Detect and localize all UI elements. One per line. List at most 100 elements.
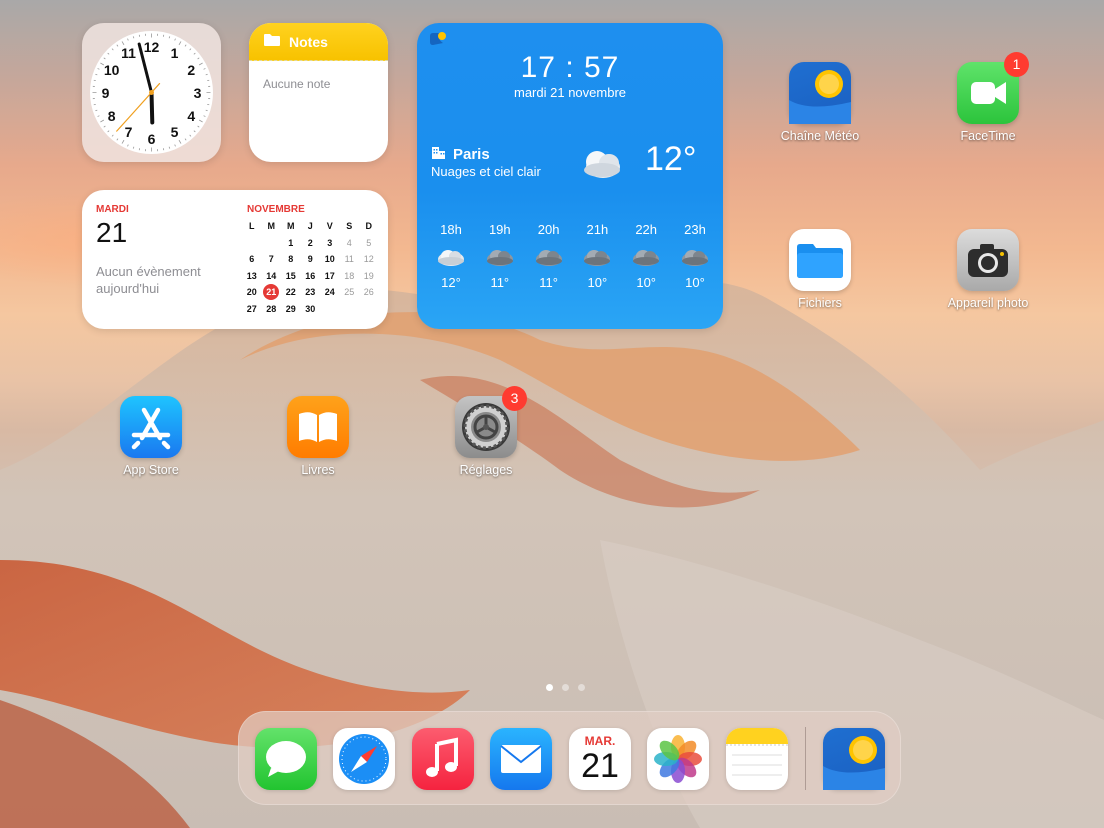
app-label: Appareil photo [947, 296, 1029, 310]
chaine-meteo-icon [789, 62, 851, 124]
clock-face: 12 1 2 3 4 5 6 7 8 9 10 11 [90, 31, 213, 154]
calendar-icon-day: 21 [581, 747, 619, 785]
dock: MAR. 21 [238, 711, 901, 805]
weather-condition: Nuages et ciel clair [431, 164, 541, 179]
calendar-date [320, 301, 340, 318]
app-fichiers[interactable]: Fichiers [770, 229, 870, 310]
weather-hour-temp: 11° [490, 275, 510, 290]
weather-hour-label: 20h [537, 222, 560, 237]
calendar-weekday: M [267, 221, 276, 231]
app-label: Fichiers [798, 296, 842, 310]
cloud-icon [675, 239, 715, 275]
calendar-date: 22 [285, 287, 296, 297]
clock-number: 4 [187, 107, 196, 124]
weather-hour-temp: 10° [685, 275, 705, 290]
folder-icon [263, 33, 281, 50]
calendar-date: 26 [363, 287, 374, 297]
weather-hour: 23h 10° [675, 222, 715, 290]
calendar-icon-month: MAR. [584, 734, 616, 748]
weather-hour-temp: 11° [539, 275, 558, 290]
notes-title: Notes [289, 33, 328, 50]
weather-hour-label: 22h [635, 222, 658, 237]
weather-hour: 21h 10° [577, 222, 617, 290]
app-appareil-photo[interactable]: Appareil photo [938, 229, 1038, 310]
clock-number: 8 [107, 107, 116, 124]
settings-gear-icon: 3 [455, 386, 527, 458]
calendar-date: 15 [285, 270, 296, 281]
weather-time: 17 : 57 [520, 51, 620, 84]
weather-hour-label: 18h [440, 222, 462, 237]
page-dot[interactable] [562, 684, 569, 691]
calendar-icon[interactable]: MAR. 21 [569, 728, 631, 790]
page-dot[interactable] [546, 684, 553, 691]
calendar-date: 23 [305, 287, 316, 297]
calendar-date: 28 [266, 303, 277, 314]
music-icon[interactable] [412, 728, 474, 790]
calendar-date: 10 [324, 254, 335, 264]
weather-hour-temp: 12° [441, 275, 461, 290]
weather-hour: 22h 10° [626, 222, 666, 290]
clock-number: 11 [121, 44, 136, 61]
calendar-date [262, 235, 282, 252]
calendar-date: 9 [307, 254, 313, 264]
facetime-icon: 1 [957, 52, 1029, 124]
clock-number: 7 [124, 124, 133, 141]
app-label: Réglages [459, 463, 513, 477]
notes-icon[interactable] [726, 728, 788, 790]
app-app-store[interactable]: App Store [101, 396, 201, 477]
files-icon [789, 229, 851, 291]
app-livres[interactable]: Livres [268, 396, 368, 477]
weather-widget[interactable]: 17 : 57 mardi 21 novembre Paris Nuages e… [417, 23, 723, 329]
app-facetime[interactable]: 1 FaceTime [938, 52, 1038, 143]
page-indicator[interactable] [546, 684, 585, 691]
notes-empty-text: Aucune note [263, 77, 331, 91]
settings-badge: 3 [502, 386, 527, 411]
clock-number: 12 [143, 38, 160, 55]
clock-number: 6 [147, 130, 156, 147]
calendar-date: 19 [363, 270, 374, 281]
messages-icon[interactable] [255, 728, 317, 790]
safari-icon[interactable] [333, 728, 395, 790]
weather-hour-temp: 10° [587, 275, 608, 290]
calendar-date: 30 [305, 303, 316, 314]
calendar-today: 21 [262, 284, 282, 301]
photos-icon[interactable] [647, 728, 709, 790]
app-label: FaceTime [960, 129, 1016, 143]
partly-cloudy-icon [431, 239, 471, 275]
weather-hour-label: 19h [488, 222, 511, 237]
weather-hour: 20h 11° [529, 222, 569, 290]
clock-number: 10 [103, 61, 120, 78]
facetime-badge: 1 [1004, 52, 1029, 77]
clock-widget[interactable]: 12 1 2 3 4 5 6 7 8 9 10 11 [82, 23, 221, 162]
mail-icon[interactable] [490, 728, 552, 790]
cloud-icon [529, 239, 569, 275]
calendar-weekday: D [365, 221, 373, 231]
notes-header: Notes [249, 23, 388, 61]
calendar-month: NOVEMBRE [247, 204, 305, 215]
cloud-icon [577, 239, 617, 275]
weather-hour-label: 21h [586, 222, 609, 237]
weather-hour: 19h 11° [480, 222, 520, 290]
clock-number: 3 [193, 84, 202, 101]
calendar-date: 20 [246, 287, 257, 297]
calendar-date [359, 301, 379, 318]
building-icon [431, 145, 447, 163]
calendar-widget[interactable]: MARDI 21 Aucun évènement aujourd'hui NOV… [82, 190, 388, 329]
calendar-weekday: V [326, 221, 333, 231]
calendar-date: 11 [344, 254, 354, 264]
calendar-date: 13 [246, 270, 257, 281]
weather-temperature: 12° [645, 140, 697, 178]
cloud-icon [480, 239, 520, 275]
calendar-date: 8 [288, 254, 294, 264]
app-label: Livres [301, 463, 335, 477]
partly-cloudy-icon [584, 151, 620, 178]
notes-widget[interactable]: Notes Aucune note [249, 23, 388, 162]
page-dot[interactable] [578, 684, 585, 691]
calendar-date: 12 [363, 254, 374, 264]
clock-number: 2 [187, 61, 196, 78]
calendar-date: 2 [307, 237, 313, 248]
app-reglages[interactable]: 3 Réglages [436, 386, 536, 477]
calendar-no-event-text: Aucun évènement aujourd'hui [96, 264, 201, 296]
app-chaine-meteo[interactable]: Chaîne Météo [770, 62, 870, 143]
chaine-meteo-icon[interactable] [823, 728, 885, 790]
